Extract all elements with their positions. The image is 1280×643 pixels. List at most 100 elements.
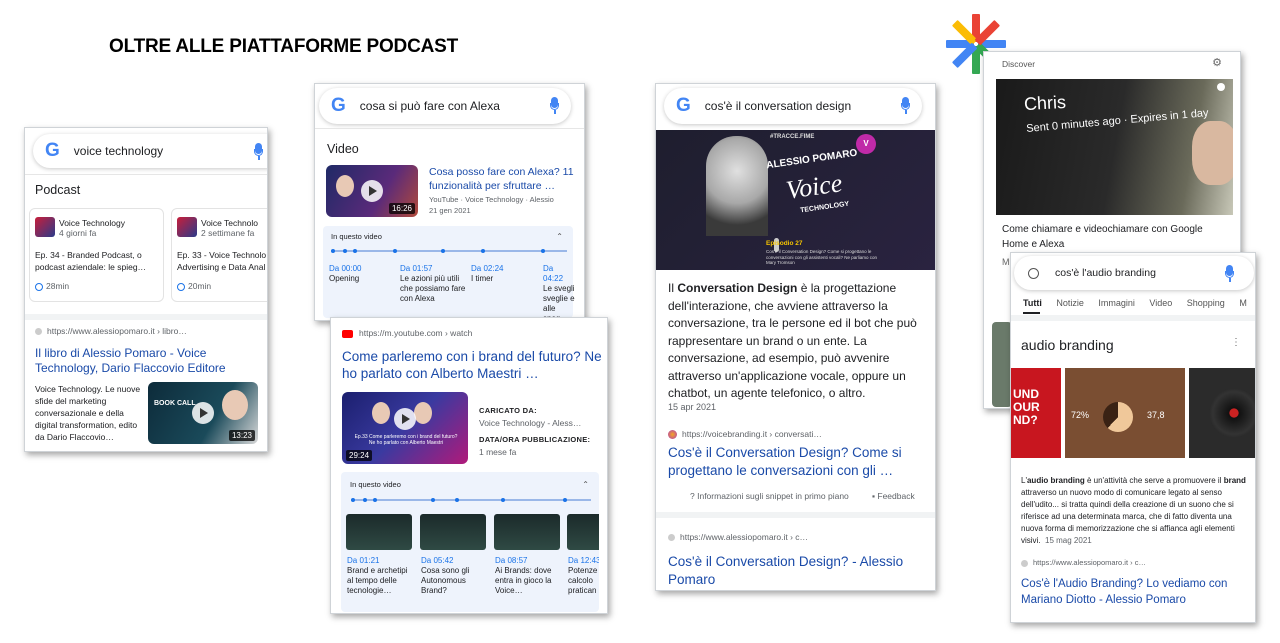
featured-image: #TRACCE.FIME ALESSIO POMARO Voice TECHNO… [656,130,935,270]
discover-header: Discover [1002,59,1036,69]
in-video-panel[interactable]: In questo video ⌃ Da 00:00 Opening Da 01:… [323,226,575,320]
result-title-link[interactable]: Come parleremo con i brand del futuro? N… [342,348,604,382]
discover-story-image[interactable]: Chris Sent 0 minutes ago · Expires in 1 … [996,79,1233,215]
settings-gear-icon[interactable]: ⚙ [1212,56,1222,69]
chapter-text: Ai Brands: dove entra in gioco la Voice… [495,566,552,595]
chapter-time: Da 08:57 [495,556,528,565]
chapter[interactable]: Da 12:43 Potenze calcolo pratican [568,556,599,596]
video-thumbnail[interactable]: BOOK CALL 13:23 [148,382,258,444]
mic-icon[interactable] [550,97,559,114]
podcast-show: Voice Technology [59,218,126,228]
tab-shopping[interactable]: Shopping [1187,298,1225,308]
snippet-bold: brand [1223,476,1246,485]
ve-badge-icon: V [856,134,876,154]
result-snippet: Voice Technology. Le nuove sfide del mar… [35,384,141,442]
video-meta: YouTube · Voice Technology · Alessio [429,195,554,204]
slide: OLTRE ALLE PIATTAFORME PODCAST G voice t… [0,0,1280,643]
play-icon[interactable] [394,408,416,430]
mic-icon[interactable] [901,97,910,114]
result-title-link[interactable]: Cos'è il Conversation Design? Come si pr… [668,444,930,480]
video-duration: 29:24 [346,450,373,461]
video-thumbnail[interactable]: 16:26 [326,165,418,217]
chapter[interactable]: Da 05:42 Cosa sono gli Autonomous Brand? [421,556,487,596]
chevron-up-icon[interactable]: ⌃ [556,232,563,241]
chapter[interactable]: Da 04:22Le svegli sveglie e alle speg [543,264,575,320]
result-title-link[interactable]: Cos'è l'Audio Branding? Lo vediamo con M… [1021,577,1251,608]
in-video-panel[interactable]: In questo video ⌃ Da 01:21 Brand e archet… [341,472,599,612]
snippet-date: 15 apr 2021 [668,402,717,412]
url-text: https://www.alessiopomaro.it › c… [680,532,809,542]
play-circle-icon [35,282,43,291]
audio-branding-card: cos'è l'audio branding Tutti Notizie Imm… [1010,252,1256,623]
image-strip[interactable]: UND OUR ND? 72% 37,8 [1011,368,1255,458]
search-bar[interactable]: G cosa si può fare con Alexa [319,88,571,124]
chapter-time: Da 01:21 [347,556,380,565]
uploaded-value: Voice Technology - Aless… [479,418,582,428]
play-icon[interactable] [361,180,383,202]
mic-icon[interactable] [254,143,263,160]
uploaded-label: CARICATO DA: [479,406,537,415]
podcast-search-card: G voice technology Podcast Voice Technol… [24,127,268,452]
image-episode-desc: Cos'è il Conversation Design? Come si pr… [766,249,878,265]
video-title-link[interactable]: Cosa posso fare con Alexa? 11 funzionali… [429,165,579,193]
video-thumbnail[interactable]: Ep.33 Come parleremo con i brand del fut… [342,392,468,464]
chapter-time: Da 05:42 [421,556,454,565]
play-icon[interactable] [192,402,214,424]
chapter-thumb[interactable] [494,514,560,550]
tab-all[interactable]: Tutti [1023,298,1042,308]
search-icon[interactable] [1028,267,1039,279]
podcast-ago: 4 giorni fa [59,228,97,238]
duration-text: 20min [188,281,212,291]
tab-videos[interactable]: Video [1149,298,1172,308]
image-red-text: UND OUR ND? [1013,387,1040,427]
image-top-text: #TRACCE.FIME [770,134,815,140]
search-bar[interactable]: G voice technology [33,134,267,168]
snippet-info[interactable]: ? Informazioni sugli snippet in primo pi… [690,491,849,501]
person-face [372,402,390,424]
podcast-episode[interactable]: Voice Technology 4 giorni fa Ep. 34 - Br… [29,208,164,302]
feedback-link[interactable]: ▪ Feedback [872,491,915,501]
chapter[interactable]: Da 00:00 Opening [329,264,389,284]
google-logo-icon: G [45,140,60,161]
chapter-thumb[interactable] [420,514,486,550]
snippet-bold: audio branding [1026,476,1085,485]
chapter-text: I timer [471,274,494,283]
search-query: voice technology [73,144,164,158]
chapter[interactable]: Da 08:57 Ai Brands: dove entra in gioco l… [495,556,559,596]
chapter[interactable]: Da 02:24 I timer [471,264,531,284]
tab-images[interactable]: Immagini [1098,298,1135,308]
discover-partial: M [1002,257,1010,267]
search-bar[interactable]: cos'è l'audio branding [1014,256,1254,290]
image-vinyl[interactable] [1189,368,1255,458]
section-heading: Video [327,142,359,156]
chevron-up-icon[interactable]: ⌃ [582,480,589,489]
chapter[interactable]: Da 01:57 Le azioni più utili che possiamo… [400,264,466,304]
google-logo-icon: G [676,95,691,116]
video-duration: 13:23 [228,430,255,441]
chapter-thumb[interactable] [567,514,599,550]
tab-news[interactable]: Notizie [1056,298,1084,308]
chapter[interactable]: Da 01:21 Brand e archetipi al tempo delle… [347,556,413,596]
podcast-episode[interactable]: Voice Technolo 2 settimane fa Ep. 33 - V… [171,208,267,302]
search-bar[interactable]: G cos'è il conversation design [664,88,922,124]
conversation-design-card: G cos'è il conversation design #TRACCE.F… [655,83,936,591]
result-title-link[interactable]: Cos'è il Conversation Design? - Alessio … [668,553,930,589]
youtube-icon [342,329,353,338]
chapter-thumb[interactable] [346,514,412,550]
feedback-text: Feedback [877,491,915,501]
image-infographic[interactable]: 72% 37,8 [1065,368,1185,458]
image-red[interactable]: UND OUR ND? [1011,368,1061,458]
mic-icon[interactable] [1225,265,1234,282]
result-title-link[interactable]: Il libro di Alessio Pomaro - Voice Techn… [35,346,263,376]
chapter-text: Opening [329,274,360,283]
podcast-ago: 2 settimane fa [201,228,255,238]
snippet-post: è la progettazione dell'interazione, che… [668,281,917,400]
more-vert-icon[interactable]: ⋮ [1231,337,1241,348]
chapter-text: Potenze calcolo pratican [568,566,598,595]
info-icon[interactable] [1217,83,1225,91]
podcast-show: Voice Technolo [201,218,259,228]
image-voice: Voice [784,168,844,205]
discover-caption[interactable]: Come chiamare e videochiamare con Google… [1002,222,1227,252]
chapter-time: Da 12:43 [568,556,599,565]
tab-more[interactable]: M [1239,298,1247,308]
